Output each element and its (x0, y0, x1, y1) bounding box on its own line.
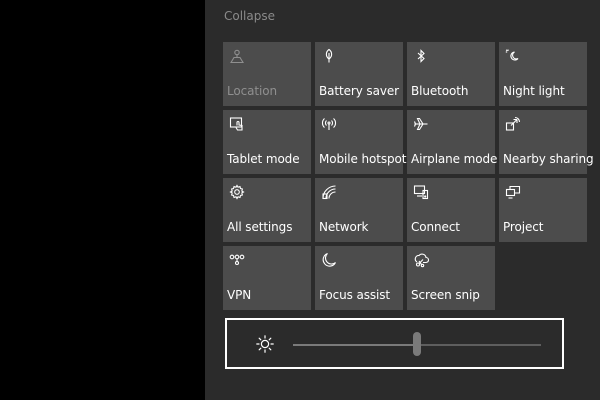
tile-label: Mobile hotspot (319, 152, 407, 166)
tile-label: Project (503, 220, 544, 234)
connect-icon (413, 184, 429, 200)
tile-label: Connect (411, 220, 460, 234)
tile-project[interactable]: Project (499, 178, 587, 242)
collapse-link[interactable]: Collapse (224, 9, 275, 23)
screen-snip-icon (413, 252, 429, 268)
tile-label: Nearby sharing (503, 152, 594, 166)
tile-label: Bluetooth (411, 84, 469, 98)
nearby-sharing-icon (505, 116, 521, 132)
tile-mobile-hotspot[interactable]: Mobile hotspot (315, 110, 407, 174)
tile-label: Tablet mode (227, 152, 300, 166)
moon-icon (321, 252, 337, 268)
tile-location[interactable]: Location (223, 42, 311, 106)
tablet-mode-icon (229, 116, 245, 132)
tile-tablet-mode[interactable]: Tablet mode (223, 110, 311, 174)
tile-label: VPN (227, 288, 252, 302)
bluetooth-icon (413, 48, 429, 64)
battery-saver-icon (321, 48, 337, 64)
hotspot-icon (321, 116, 337, 132)
tile-night-light[interactable]: Night light (499, 42, 587, 106)
tile-nearby-sharing[interactable]: Nearby sharing (499, 110, 594, 174)
tile-label: Screen snip (411, 288, 480, 302)
airplane-icon (413, 116, 429, 132)
tile-label: Night light (503, 84, 565, 98)
tile-label: Location (227, 84, 277, 98)
tile-focus-assist[interactable]: Focus assist (315, 246, 403, 310)
tile-label: Focus assist (319, 288, 391, 302)
gear-icon (229, 184, 245, 200)
brightness-icon (256, 335, 274, 353)
tile-all-settings[interactable]: All settings (223, 178, 311, 242)
tile-label: Network (319, 220, 369, 234)
location-icon (229, 48, 245, 64)
action-center-panel: Collapse Location Battery saver Bluetooth N… (205, 0, 600, 400)
tile-network[interactable]: Network (315, 178, 403, 242)
tile-label: Airplane mode (411, 152, 498, 166)
brightness-slider[interactable] (293, 332, 541, 356)
tile-label: Battery saver (319, 84, 399, 98)
tile-bluetooth[interactable]: Bluetooth (407, 42, 495, 106)
tile-vpn[interactable]: VPN (223, 246, 311, 310)
project-icon (505, 184, 521, 200)
tile-label: All settings (227, 220, 293, 234)
tile-airplane-mode[interactable]: Airplane mode (407, 110, 498, 174)
quick-actions-grid: Location Battery saver Bluetooth Night ligh… (223, 42, 594, 310)
vpn-icon (229, 252, 245, 268)
brightness-control (225, 318, 564, 369)
network-icon (321, 184, 337, 200)
night-light-icon (505, 48, 521, 64)
tile-battery-saver[interactable]: Battery saver (315, 42, 403, 106)
tile-connect[interactable]: Connect (407, 178, 495, 242)
desktop-background (0, 0, 205, 400)
brightness-slider-fill (293, 344, 417, 346)
tile-screen-snip[interactable]: Screen snip (407, 246, 495, 310)
brightness-slider-thumb[interactable] (413, 332, 421, 356)
